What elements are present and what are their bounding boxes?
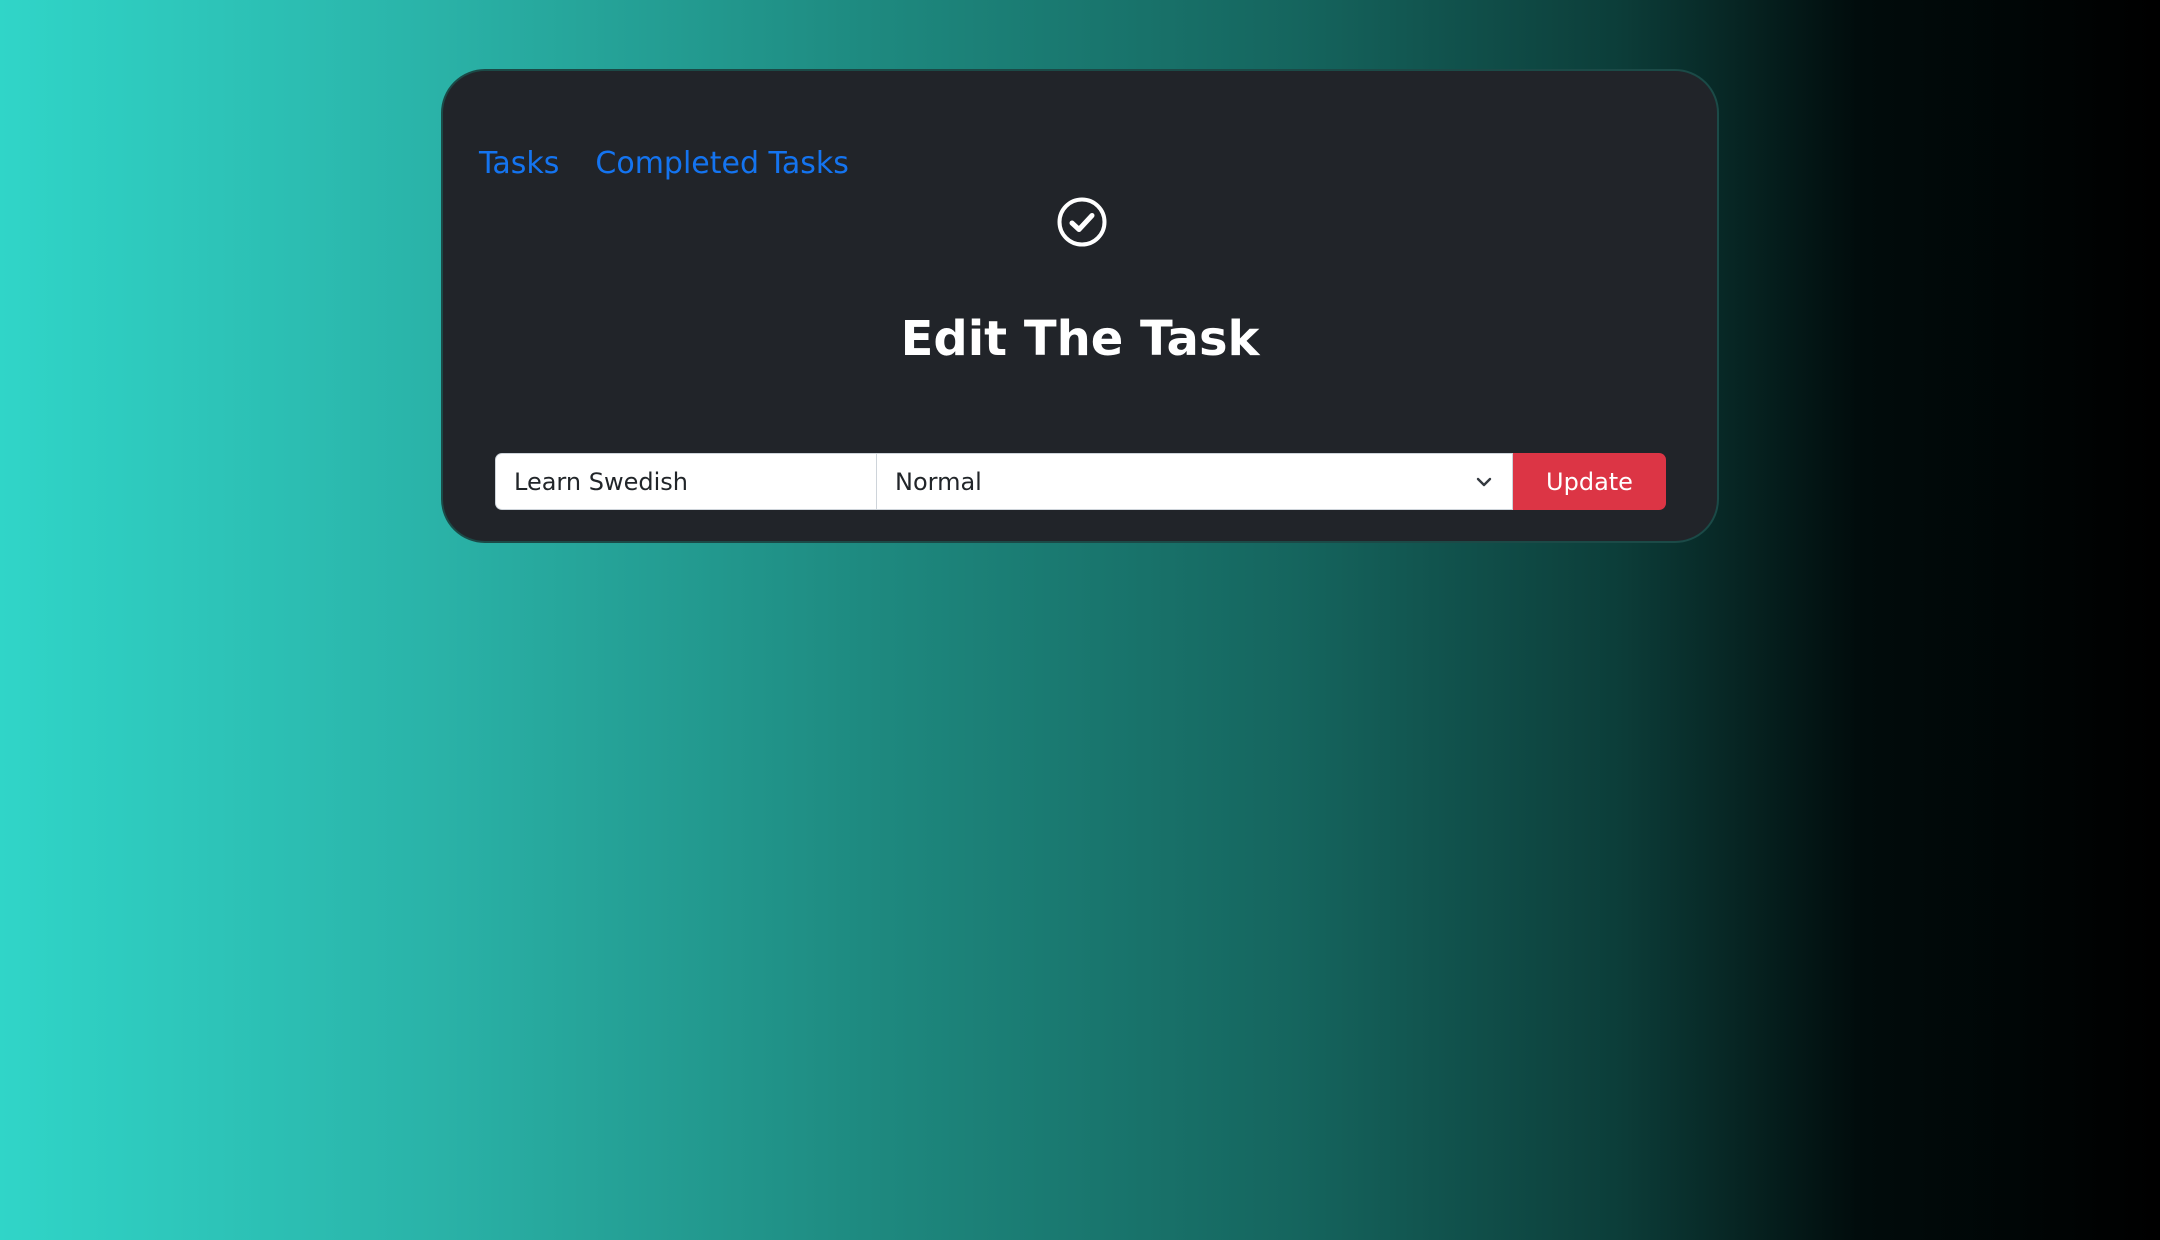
task-name-input[interactable] xyxy=(495,453,877,510)
priority-select[interactable]: Normal xyxy=(877,453,1513,510)
nav-link-completed-tasks[interactable]: Completed Tasks xyxy=(595,143,849,185)
top-nav: Tasks Completed Tasks xyxy=(479,143,849,185)
nav-link-tasks[interactable]: Tasks xyxy=(479,143,559,185)
priority-select-value: Normal xyxy=(895,467,982,496)
check-circle-icon xyxy=(1057,197,1107,247)
chevron-down-icon xyxy=(1476,477,1492,486)
update-button[interactable]: Update xyxy=(1513,453,1666,510)
edit-task-card: Tasks Completed Tasks Edit The Task Norm… xyxy=(441,69,1719,543)
edit-task-form: Normal Update xyxy=(495,453,1666,510)
page-title: Edit The Task xyxy=(900,311,1260,367)
